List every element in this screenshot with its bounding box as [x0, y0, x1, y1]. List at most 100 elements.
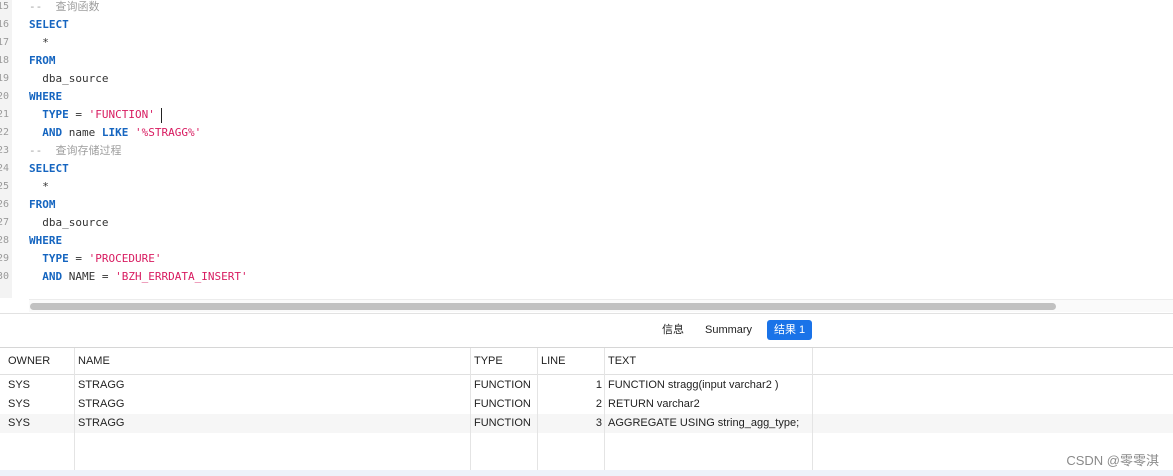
table-row[interactable]: SYS STRAGG FUNCTION 3 AGGREGATE USING string…	[0, 414, 1173, 433]
cell-type[interactable]: FUNCTION	[474, 395, 531, 414]
code-line[interactable]: AND name LIKE '%STRAGG%'	[29, 124, 201, 142]
cell-line[interactable]: 2	[537, 395, 602, 414]
cell-name[interactable]: STRAGG	[78, 414, 124, 433]
grid-footer-strip	[0, 470, 1173, 476]
line-number-gutter: 15 16 17 18 19 20 21 22 23 24 25 26 27 28 29 30	[0, 0, 12, 298]
line-number: 26	[0, 199, 9, 210]
cell-owner[interactable]: SYS	[8, 414, 30, 433]
code-line[interactable]: WHERE	[29, 88, 62, 106]
sql-text: *	[29, 36, 49, 49]
text-caret	[160, 107, 162, 123]
column-divider[interactable]	[74, 348, 75, 476]
column-header-owner[interactable]: OWNER	[0, 348, 50, 374]
sql-text: =	[68, 252, 89, 265]
line-number: 18	[0, 55, 9, 66]
line-number: 20	[0, 91, 9, 102]
code-line[interactable]: WHERE	[29, 232, 62, 250]
header-divider	[0, 374, 1173, 375]
line-number: 25	[0, 181, 9, 192]
line-number: 30	[0, 271, 9, 282]
sql-keyword: WHERE	[29, 90, 63, 103]
cell-text[interactable]: AGGREGATE USING string_agg_type;	[608, 414, 799, 433]
sql-editor[interactable]: 15 16 17 18 19 20 21 22 23 24 25 26 27 28 29 30 -- 查询函数…	[0, 0, 1173, 298]
cell-owner[interactable]: SYS	[8, 376, 30, 395]
tab-info[interactable]: 信息	[655, 320, 691, 340]
sql-comment: 查询存储过程	[55, 144, 122, 157]
line-number: 23	[0, 145, 9, 156]
column-divider[interactable]	[537, 348, 538, 476]
cell-line[interactable]: 3	[537, 414, 602, 433]
code-line[interactable]: dba_source	[29, 70, 108, 88]
cell-type[interactable]: FUNCTION	[474, 376, 531, 395]
sql-comment: --	[29, 0, 56, 13]
sql-text: name	[62, 126, 102, 139]
cell-type[interactable]: FUNCTION	[474, 414, 531, 433]
code-line[interactable]: dba_source	[29, 214, 108, 232]
code-line[interactable]: -- 查询存储过程	[29, 142, 122, 160]
table-row[interactable]: SYS STRAGG FUNCTION 1 FUNCTION stragg(input …	[0, 376, 1173, 395]
code-line[interactable]: FROM	[29, 52, 56, 70]
sql-string: 'PROCEDURE'	[88, 252, 162, 265]
sql-comment: 查询函数	[55, 0, 100, 13]
cell-line[interactable]: 1	[537, 376, 602, 395]
column-divider[interactable]	[812, 348, 813, 476]
code-line[interactable]: TYPE = 'PROCEDURE'	[29, 250, 161, 268]
line-number: 29	[0, 253, 9, 264]
code-area[interactable]: -- 查询函数 SELECT * FROM dba_source WHERE TYPE…	[29, 0, 1173, 298]
cell-name[interactable]: STRAGG	[78, 395, 124, 414]
sql-string: 'BZH_ERRDATA_INSERT'	[115, 270, 248, 283]
line-number: 24	[0, 163, 9, 174]
sql-string: 'FUNCTION'	[88, 108, 155, 121]
code-line[interactable]: -- 查询函数	[29, 0, 100, 16]
line-number: 17	[0, 37, 9, 48]
cell-text[interactable]: RETURN varchar2	[608, 395, 700, 414]
sql-string: '%STRAGG%'	[135, 126, 202, 139]
watermark: CSDN @零零淇	[1066, 453, 1159, 468]
sql-keyword: SELECT	[29, 162, 69, 175]
cell-name[interactable]: STRAGG	[78, 376, 124, 395]
sql-comment: --	[29, 144, 56, 157]
code-line[interactable]: TYPE = 'FUNCTION'	[29, 106, 162, 124]
cell-owner[interactable]: SYS	[8, 395, 30, 414]
horizontal-scrollbar[interactable]	[29, 299, 1173, 312]
sql-text: NAME =	[62, 270, 116, 283]
column-divider[interactable]	[470, 348, 471, 476]
code-line[interactable]: AND NAME = 'BZH_ERRDATA_INSERT'	[29, 268, 248, 286]
column-header-text[interactable]: TEXT	[600, 348, 636, 374]
sql-keyword: TYPE	[42, 108, 69, 121]
result-grid: OWNER NAME TYPE LINE TEXT SYS STRAGG FUNCT…	[0, 347, 1173, 476]
scrollbar-thumb[interactable]	[30, 303, 1056, 310]
column-header-type[interactable]: TYPE	[466, 348, 503, 374]
sql-keyword: SELECT	[29, 18, 69, 31]
cell-text[interactable]: FUNCTION stragg(input varchar2 )	[608, 376, 779, 395]
result-tab-bar: 信息 Summary 结果 1	[0, 313, 1173, 347]
code-line[interactable]: *	[29, 178, 49, 196]
code-line[interactable]: SELECT	[29, 16, 69, 34]
line-number: 19	[0, 73, 9, 84]
sql-text: dba_source	[29, 72, 109, 85]
table-row[interactable]: SYS STRAGG FUNCTION 2 RETURN varchar2	[0, 395, 1173, 414]
line-number: 21	[0, 109, 9, 120]
sql-keyword: LIKE	[101, 126, 129, 139]
sql-keyword: AND	[42, 270, 63, 283]
column-header-name[interactable]: NAME	[70, 348, 110, 374]
line-number: 28	[0, 235, 9, 246]
sql-keyword: FROM	[29, 198, 56, 211]
sql-text: =	[68, 108, 89, 121]
tab-summary[interactable]: Summary	[698, 320, 759, 340]
sql-keyword: WHERE	[29, 234, 63, 247]
code-line[interactable]: *	[29, 34, 49, 52]
column-divider[interactable]	[604, 348, 605, 476]
line-number: 22	[0, 127, 9, 138]
sql-keyword: FROM	[29, 54, 56, 67]
tab-result-1[interactable]: 结果 1	[767, 320, 813, 340]
code-line[interactable]: FROM	[29, 196, 56, 214]
code-line[interactable]: SELECT	[29, 160, 69, 178]
line-number: 16	[0, 19, 9, 30]
sql-keyword: AND	[42, 126, 63, 139]
line-number: 15	[0, 1, 9, 12]
